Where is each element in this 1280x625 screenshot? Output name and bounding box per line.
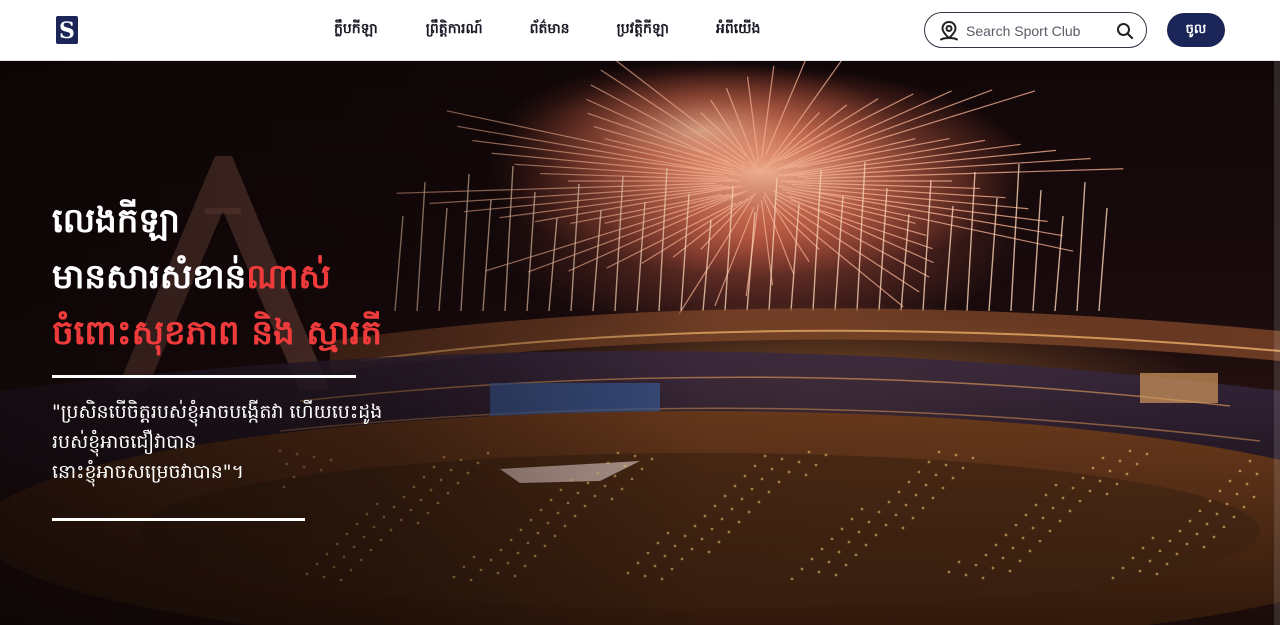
hero-banner: លេងកីឡា មានសារសំខាន់ណាស់ ចំពោះសុខភាព និង…: [0, 61, 1280, 625]
divider-top: [52, 375, 356, 378]
login-button[interactable]: ចូល: [1167, 13, 1225, 47]
hero-headline: លេងកីឡា មានសារសំខាន់ណាស់ ចំពោះសុខភាព និង…: [52, 193, 472, 361]
search-icon[interactable]: [1116, 22, 1134, 40]
location-pin-icon: [940, 20, 958, 41]
nav-news[interactable]: ព័ត៌មាន: [530, 0, 570, 61]
headline-line-2: មានសារសំខាន់: [52, 257, 247, 297]
headline-line-1: លេងកីឡា: [52, 201, 180, 241]
headline-line-2-highlight: ណាស់: [246, 257, 331, 297]
quote-line-3: នោះខ្ញុំអាចសម្រេចវាបាន"។: [52, 461, 245, 483]
quote-line-1: "ប្រសិនបើចិត្តរបស់ខ្ញុំអាចបង្កើតវា ហើយបេ…: [52, 401, 383, 423]
nav-about-us[interactable]: អំពីយើង: [716, 0, 760, 61]
search-bar[interactable]: [924, 12, 1147, 48]
svg-text:S: S: [59, 18, 75, 44]
nav-sport-clubs[interactable]: ក្លឹបកីឡា: [334, 0, 378, 61]
main-nav: ក្លឹបកីឡា ព្រឹត្តិការណ៍ ព័ត៌មាន ប្រវត្តិ…: [334, 0, 760, 61]
site-header: S ក្លឹបកីឡា ព្រឹត្តិការណ៍ ព័ត៌មាន ប្រវត្…: [0, 0, 1280, 61]
quote-line-2: របស់ខ្ញុំអាចជឿវាបាន: [52, 431, 197, 453]
divider-bottom: [52, 518, 305, 521]
page-scrollbar[interactable]: [1274, 61, 1280, 625]
nav-sport-history[interactable]: ប្រវត្តិកីឡា: [617, 0, 669, 61]
hero-quote: "ប្រសិនបើចិត្តរបស់ខ្ញុំអាចបង្កើតវា ហើយបេ…: [52, 397, 472, 487]
search-input[interactable]: [966, 20, 1106, 42]
nav-events[interactable]: ព្រឹត្តិការណ៍: [426, 0, 483, 61]
sport-club-logo-icon[interactable]: S: [56, 16, 78, 44]
headline-line-3: ចំពោះសុខភាព និង ស្មារតី: [52, 313, 382, 353]
